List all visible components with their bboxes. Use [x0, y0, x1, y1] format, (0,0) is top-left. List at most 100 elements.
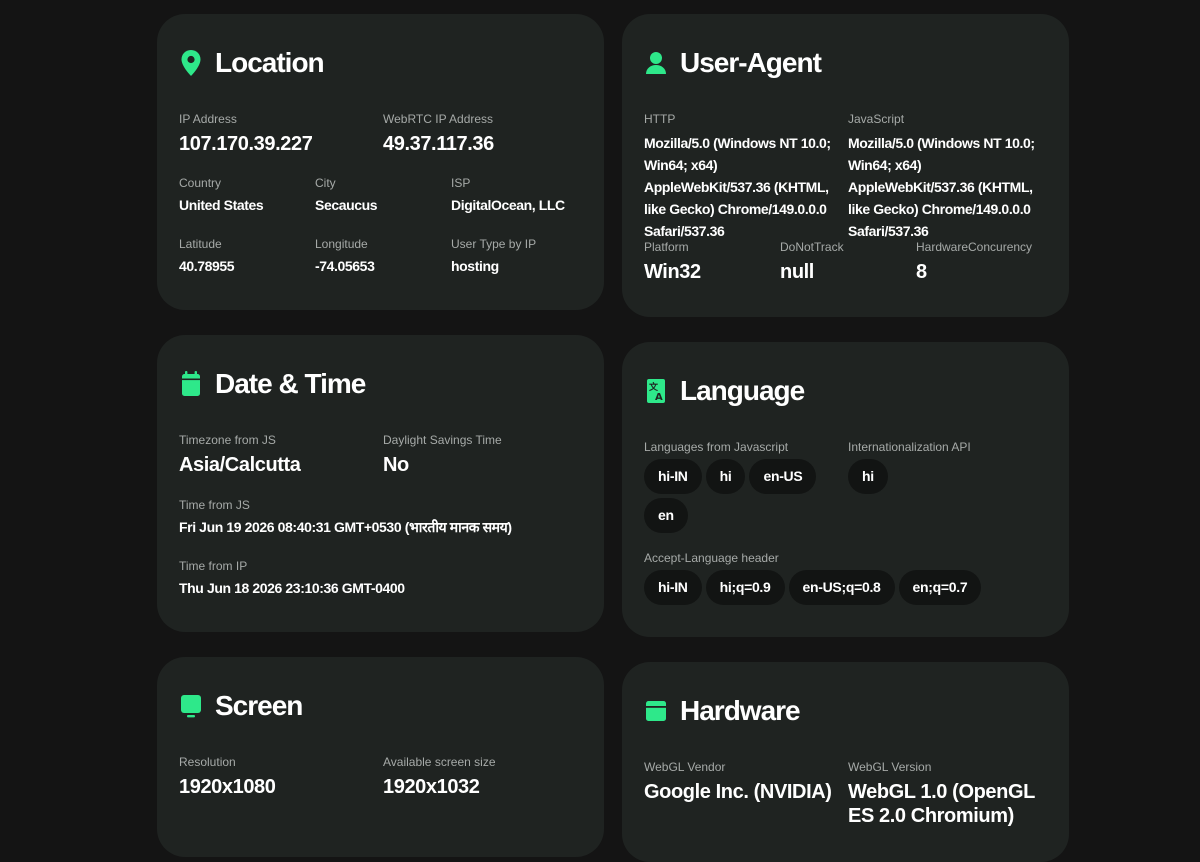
webrtc-ip-field: WebRTC IP Address 49.37.117.36 [383, 112, 494, 156]
js-ua-label: JavaScript [848, 112, 905, 126]
intl-api-chips: hi [848, 459, 888, 494]
timezone-value: Asia/Calcutta [179, 454, 301, 476]
hardware-concurrency-value: 8 [916, 261, 927, 283]
user-agent-header: User-Agent [644, 47, 822, 79]
webgl-vendor-label: WebGL Vendor [644, 760, 726, 774]
ip-address-field: IP Address 107.170.39.227 [179, 112, 313, 156]
city-value: Secaucus [315, 197, 378, 213]
webrtc-ip-value: 49.37.117.36 [383, 133, 494, 155]
webgl-vendor-field: WebGL Vendor Google Inc. (NVIDIA) [644, 760, 832, 804]
webgl-version-field: WebGL Version WebGL 1.0 (OpenGL ES 2.0 C… [848, 760, 1048, 828]
datetime-header: Date & Time [179, 368, 366, 400]
donottrack-value: null [780, 261, 814, 283]
screen-card: Screen Resolution 1920x1080 Available sc… [157, 657, 604, 857]
webgl-vendor-value: Google Inc. (NVIDIA) [644, 781, 832, 803]
hardware-concurrency-field: HardwareConcurency 8 [916, 240, 1032, 284]
screen-header: Screen [179, 690, 303, 722]
location-title: Location [215, 47, 325, 78]
js-languages-chips: hi-IN hi en-US en [644, 459, 834, 533]
country-label: Country [179, 176, 222, 190]
city-field: City Secaucus [315, 176, 378, 214]
donottrack-label: DoNotTrack [780, 240, 844, 254]
platform-field: Platform Win32 [644, 240, 701, 284]
accept-language-chips: hi-IN hi;q=0.9 en-US;q=0.8 en;q=0.7 [644, 570, 982, 605]
timezone-label: Timezone from JS [179, 433, 276, 447]
intl-api-label: Internationalization API [848, 440, 971, 454]
js-time-value: Fri Jun 19 2026 08:40:31 GMT+0530 (भारती… [179, 519, 512, 535]
ip-time-field: Time from IP Thu Jun 18 2026 23:10:36 GM… [179, 559, 405, 597]
js-time-field: Time from JS Fri Jun 19 2026 08:40:31 GM… [179, 498, 512, 536]
http-ua-value: Mozilla/5.0 (Windows NT 10.0; Win64; x64… [644, 135, 831, 239]
isp-field: ISP DigitalOcean, LLC [451, 176, 565, 214]
resolution-field: Resolution 1920x1080 [179, 755, 276, 799]
map-pin-icon [179, 48, 203, 78]
intl-language-chip: hi [848, 459, 888, 494]
accept-language-chip: hi;q=0.9 [705, 570, 785, 605]
accept-language-chip: en-US;q=0.8 [788, 570, 895, 605]
datetime-title: Date & Time [215, 368, 366, 399]
js-ua-field: JavaScript Mozilla/5.0 (Windows NT 10.0;… [848, 112, 1038, 242]
js-language-chip: en [644, 498, 688, 533]
available-size-field: Available screen size 1920x1032 [383, 755, 496, 799]
user-agent-card: User-Agent HTTP Mozilla/5.0 (Windows NT … [622, 14, 1069, 317]
platform-label: Platform [644, 240, 689, 254]
latitude-label: Latitude [179, 237, 222, 251]
accept-language-label: Accept-Language header [644, 551, 779, 565]
longitude-label: Longitude [315, 237, 368, 251]
isp-label: ISP [451, 176, 471, 190]
datetime-card: Date & Time Timezone from JS Asia/Calcut… [157, 335, 604, 632]
timezone-field: Timezone from JS Asia/Calcutta [179, 433, 301, 477]
latitude-field: Latitude 40.78955 [179, 237, 235, 275]
available-size-label: Available screen size [383, 755, 496, 769]
window-icon [644, 696, 668, 726]
language-card: 文A Language Languages from Javascript hi… [622, 342, 1069, 637]
calendar-icon [179, 369, 203, 399]
dst-value: No [383, 454, 409, 476]
country-field: Country United States [179, 176, 264, 214]
http-ua-field: HTTP Mozilla/5.0 (Windows NT 10.0; Win64… [644, 112, 834, 242]
user-agent-title: User-Agent [680, 47, 822, 78]
webrtc-ip-label: WebRTC IP Address [383, 112, 494, 126]
donottrack-field: DoNotTrack null [780, 240, 844, 284]
http-ua-label: HTTP [644, 112, 676, 126]
user-type-label: User Type by IP [451, 237, 537, 251]
ip-address-label: IP Address [179, 112, 237, 126]
latitude-value: 40.78955 [179, 258, 235, 274]
platform-value: Win32 [644, 261, 701, 283]
user-icon [644, 48, 668, 78]
city-label: City [315, 176, 336, 190]
hardware-concurrency-label: HardwareConcurency [916, 240, 1033, 254]
js-language-chip: hi [705, 459, 746, 494]
js-ua-value: Mozilla/5.0 (Windows NT 10.0; Win64; x64… [848, 135, 1035, 239]
language-header: 文A Language [644, 375, 805, 407]
js-time-label: Time from JS [179, 498, 250, 512]
webgl-version-value: WebGL 1.0 (OpenGL ES 2.0 Chromium) [848, 781, 1035, 827]
location-card: Location IP Address 107.170.39.227 WebRT… [157, 14, 604, 310]
ip-time-value: Thu Jun 18 2026 23:10:36 GMT-0400 [179, 580, 405, 596]
ip-time-label: Time from IP [179, 559, 248, 573]
dst-field: Daylight Savings Time No [383, 433, 502, 477]
location-header: Location [179, 47, 325, 79]
monitor-icon [179, 691, 203, 721]
hardware-title: Hardware [680, 695, 801, 726]
js-language-chip: en-US [749, 459, 817, 494]
js-language-chip: hi-IN [644, 459, 702, 494]
webgl-version-label: WebGL Version [848, 760, 932, 774]
js-languages-label: Languages from Javascript [644, 440, 789, 454]
longitude-field: Longitude -74.05653 [315, 237, 375, 275]
accept-language-chip: en;q=0.7 [898, 570, 982, 605]
available-size-value: 1920x1032 [383, 776, 480, 798]
hardware-card: Hardware WebGL Vendor Google Inc. (NVIDI… [622, 662, 1069, 862]
dst-label: Daylight Savings Time [383, 433, 502, 447]
language-title: Language [680, 375, 805, 406]
isp-value: DigitalOcean, LLC [451, 197, 565, 213]
longitude-value: -74.05653 [315, 258, 375, 274]
resolution-label: Resolution [179, 755, 236, 769]
screen-title: Screen [215, 690, 303, 721]
accept-language-chip: hi-IN [644, 570, 702, 605]
country-value: United States [179, 197, 264, 213]
hardware-header: Hardware [644, 695, 801, 727]
ip-address-value: 107.170.39.227 [179, 133, 313, 155]
resolution-value: 1920x1080 [179, 776, 276, 798]
svg-text:A: A [655, 392, 663, 403]
